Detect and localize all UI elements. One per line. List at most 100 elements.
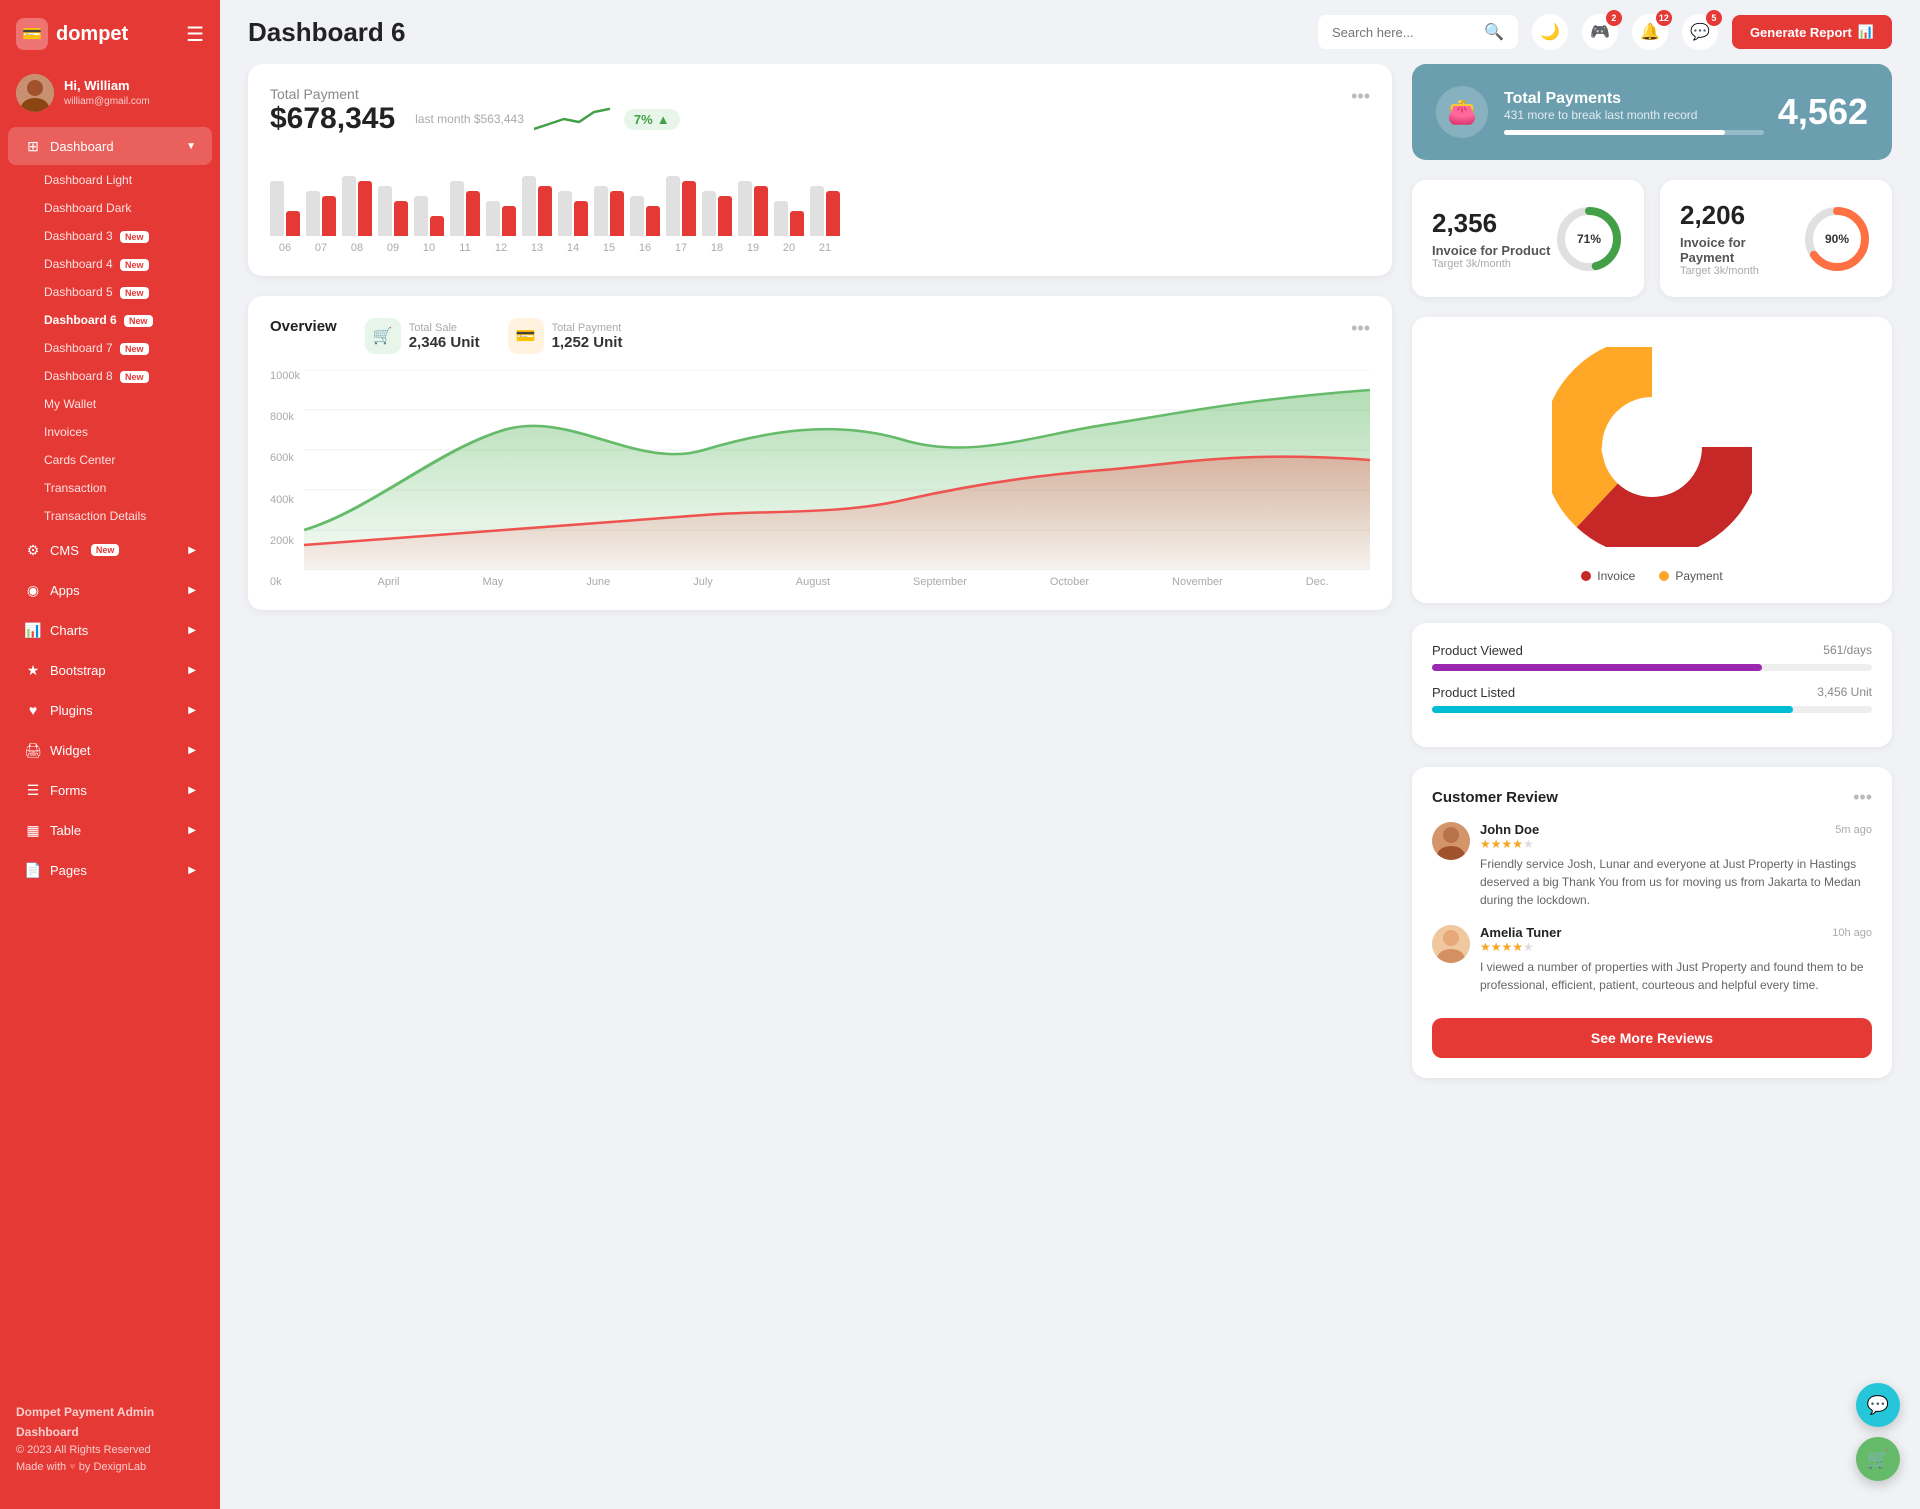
bar-gray xyxy=(810,186,824,236)
legend-total-sale: 🛒 Total Sale 2,346 Unit xyxy=(365,318,480,354)
sidebar-sub-dashboard8[interactable]: Dashboard 8 New xyxy=(8,362,212,390)
sidebar-sub-dashboard4[interactable]: Dashboard 4 New xyxy=(8,250,212,278)
bar-x-label: 17 xyxy=(666,242,696,254)
trend-up-icon: ▲ xyxy=(657,112,670,127)
sidebar-sub-dashboard3[interactable]: Dashboard 3 New xyxy=(8,222,212,250)
sidebar-logo[interactable]: 💳 dompet xyxy=(16,18,128,50)
generate-report-label: Generate Report xyxy=(1750,25,1852,40)
search-icon: 🔍 xyxy=(1484,22,1504,42)
sidebar-sub-transaction[interactable]: Transaction xyxy=(8,474,212,502)
overview-title: Overview xyxy=(270,318,337,354)
product-listed-value: 3,456 Unit xyxy=(1817,685,1872,700)
user-info: Hi, William william@gmail.com xyxy=(64,78,150,108)
sidebar-item-label: Pages xyxy=(50,863,87,878)
sidebar-item-charts[interactable]: 📊 Charts ▶ xyxy=(8,611,212,649)
main-area: Dashboard 6 🔍 🌙 🎮 2 🔔 12 💬 5 Gen xyxy=(220,0,1920,1509)
bar-red xyxy=(466,191,480,236)
reviewer-avatar-1 xyxy=(1432,822,1470,860)
see-more-reviews-button[interactable]: See More Reviews xyxy=(1432,1018,1872,1058)
sidebar-sub-transaction-details[interactable]: Transaction Details xyxy=(8,502,212,530)
sidebar-user: Hi, William william@gmail.com xyxy=(0,64,220,126)
bar-chart xyxy=(270,156,1370,236)
invoice-product-target: Target 3k/month xyxy=(1432,258,1550,270)
sidebar-sub-cardscenter[interactable]: Cards Center xyxy=(8,446,212,474)
invoice-cards-row: 2,356 Invoice for Product Target 3k/mont… xyxy=(1412,180,1892,297)
sidebar-sub-dashboard-dark[interactable]: Dashboard Dark xyxy=(8,194,212,222)
product-stats-card: Product Viewed 561/days Product Listed 3… xyxy=(1412,623,1892,747)
banner-number: 4,562 xyxy=(1778,91,1868,133)
sidebar: 💳 dompet ☰ Hi, William william@gmail.com… xyxy=(0,0,220,1509)
bar-x-label: 19 xyxy=(738,242,768,254)
invoice-dot xyxy=(1581,571,1591,581)
message-icon: 💬 xyxy=(1690,22,1710,42)
sidebar-item-dashboard[interactable]: ⊞ Dashboard ▼ xyxy=(8,127,212,165)
generate-report-button[interactable]: Generate Report 📊 xyxy=(1732,15,1892,49)
bar-chart-container: 06070809101112131415161718192021 xyxy=(270,156,1370,254)
cms-icon: ⚙ xyxy=(24,541,42,559)
bar-gray xyxy=(414,196,428,236)
sidebar-item-forms[interactable]: ☰ Forms ▶ xyxy=(8,771,212,809)
notifications-button[interactable]: 🔔 12 xyxy=(1632,14,1668,50)
payment-dot xyxy=(1659,571,1669,581)
sidebar-item-cms[interactable]: ⚙ CMS New ▶ xyxy=(8,531,212,569)
bar-gray xyxy=(270,181,284,236)
banner-progress-fill xyxy=(1504,130,1725,135)
sidebar-sub-dashboard6[interactable]: Dashboard 6 New xyxy=(8,306,212,334)
sidebar-sub-mywallet[interactable]: My Wallet xyxy=(8,390,212,418)
sidebar-sub-dashboard7[interactable]: Dashboard 7 New xyxy=(8,334,212,362)
bar-red xyxy=(430,216,444,236)
card-dots-menu[interactable]: ••• xyxy=(1351,86,1370,107)
bar-gray xyxy=(738,181,752,236)
sidebar-item-widget[interactable]: 🖨 Widget ▶ xyxy=(8,731,212,769)
review-dots-menu[interactable]: ••• xyxy=(1853,787,1872,808)
controller-badge: 2 xyxy=(1606,10,1622,26)
chart-bar-icon: 📊 xyxy=(1858,24,1874,40)
sidebar-item-plugins[interactable]: ♥ Plugins ▶ xyxy=(8,691,212,729)
invoice-product-donut: 71% xyxy=(1554,204,1624,274)
theme-toggle-button[interactable]: 🌙 xyxy=(1532,14,1568,50)
search-box: 🔍 xyxy=(1318,15,1518,49)
reviewer-name-1: John Doe xyxy=(1480,822,1539,837)
banner-progress-bar xyxy=(1504,130,1764,135)
game-controller-button[interactable]: 🎮 2 xyxy=(1582,14,1618,50)
bar-gray xyxy=(666,176,680,236)
cms-new-badge: New xyxy=(91,544,120,556)
chevron-right-icon: ▶ xyxy=(188,785,196,796)
sidebar-sub-dashboard-light[interactable]: Dashboard Light xyxy=(8,166,212,194)
product-viewed-row: Product Viewed 561/days xyxy=(1432,643,1872,671)
bar-group xyxy=(738,181,768,236)
hamburger-button[interactable]: ☰ xyxy=(186,22,204,47)
bar-gray xyxy=(342,176,356,236)
bar-x-label: 15 xyxy=(594,242,624,254)
apps-icon: ◉ xyxy=(24,581,42,599)
review-title: Customer Review xyxy=(1432,789,1558,806)
search-input[interactable] xyxy=(1332,25,1476,40)
bar-gray xyxy=(558,191,572,236)
bar-x-label: 06 xyxy=(270,242,300,254)
cart-float-icon: 🛒 xyxy=(1867,1449,1889,1470)
bar-labels: 06070809101112131415161718192021 xyxy=(270,242,1370,254)
sidebar-sub-invoices[interactable]: Invoices xyxy=(8,418,212,446)
invoice-payment-target: Target 3k/month xyxy=(1680,265,1802,277)
sidebar-item-apps[interactable]: ◉ Apps ▶ xyxy=(8,571,212,609)
chat-float-button[interactable]: 💬 xyxy=(1856,1383,1900,1427)
cart-float-button[interactable]: 🛒 xyxy=(1856,1437,1900,1481)
sidebar-item-label: CMS xyxy=(50,543,79,558)
sidebar-item-bootstrap[interactable]: ★ Bootstrap ▶ xyxy=(8,651,212,689)
footer-title: Dompet Payment Admin Dashboard xyxy=(16,1403,204,1441)
review-header: Customer Review ••• xyxy=(1432,787,1872,808)
messages-button[interactable]: 💬 5 xyxy=(1682,14,1718,50)
bar-red xyxy=(790,211,804,236)
sidebar-item-table[interactable]: ▦ Table ▶ xyxy=(8,811,212,849)
bar-group xyxy=(810,186,840,236)
legend-total-payment: 💳 Total Payment 1,252 Unit xyxy=(508,318,623,354)
review-item-2: Amelia Tuner 10h ago ★★★★★ I viewed a nu… xyxy=(1432,925,1872,994)
overview-dots-menu[interactable]: ••• xyxy=(1351,318,1370,339)
reviewer-name-2: Amelia Tuner xyxy=(1480,925,1561,940)
sidebar-header: 💳 dompet ☰ xyxy=(0,0,220,64)
bar-group xyxy=(414,196,444,236)
bar-group xyxy=(270,181,300,236)
chevron-right-icon: ▶ xyxy=(188,545,196,556)
sidebar-item-pages[interactable]: 📄 Pages ▶ xyxy=(8,851,212,889)
sidebar-sub-dashboard5[interactable]: Dashboard 5 New xyxy=(8,278,212,306)
